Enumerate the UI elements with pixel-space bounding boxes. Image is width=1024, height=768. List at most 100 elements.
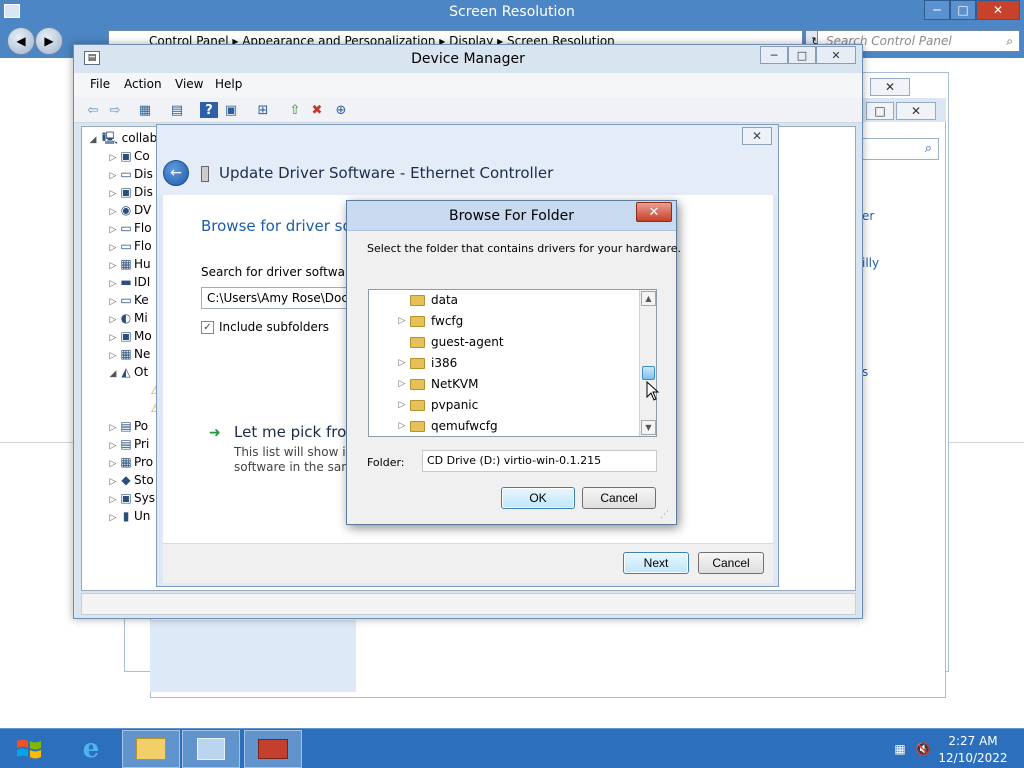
folder-item[interactable]: guest-agent: [397, 332, 504, 353]
minimize-button[interactable]: ─: [924, 0, 950, 20]
maximize-button[interactable]: □: [866, 102, 894, 120]
next-button[interactable]: Next: [623, 552, 689, 574]
tree-item[interactable]: ▷ ▣ Mo: [108, 327, 152, 345]
windows-logo-icon: [17, 739, 41, 759]
ok-button[interactable]: OK: [501, 487, 575, 509]
forward-icon[interactable]: ⇨: [106, 102, 124, 118]
close-button[interactable]: ✕: [976, 0, 1020, 20]
scroll-up-icon[interactable]: ▲: [641, 291, 656, 306]
tree-item[interactable]: ▷ ▭ Flo: [108, 219, 152, 237]
expand-icon[interactable]: ▷: [397, 311, 407, 332]
folder-item[interactable]: ▷ qemufwcfg: [397, 416, 498, 436]
enable-device-icon[interactable]: ⊕: [332, 102, 350, 118]
menu-help[interactable]: Help: [215, 77, 242, 91]
tree-root[interactable]: ◢ 🖳 collab: [88, 129, 158, 149]
include-subfolders-checkbox[interactable]: ✓: [201, 321, 214, 334]
tree-item-label: IDI: [134, 275, 151, 289]
forward-icon[interactable]: ▶: [35, 27, 63, 55]
maximize-button[interactable]: □: [950, 0, 976, 20]
scan-hardware-icon[interactable]: ⊞: [254, 102, 272, 118]
folder-icon: [410, 316, 425, 327]
properties-icon[interactable]: ▤: [168, 102, 186, 118]
folder-icon: [410, 379, 425, 390]
control-panel-taskbar-icon[interactable]: [182, 730, 240, 768]
resize-grip-icon[interactable]: ⋰: [660, 510, 669, 520]
help-icon[interactable]: ?: [200, 102, 218, 118]
tree-item[interactable]: ▷ ◐ Mi: [108, 309, 148, 327]
cancel-button[interactable]: Cancel: [698, 552, 764, 574]
start-button[interactable]: [0, 729, 58, 768]
tree-item[interactable]: ▷ ▣ Dis: [108, 183, 153, 201]
status-bar: [81, 593, 856, 615]
close-button[interactable]: ✕: [742, 127, 772, 145]
close-button[interactable]: ✕: [896, 102, 936, 120]
tree-item[interactable]: ▷ ◆ Sto: [108, 471, 154, 489]
expand-icon[interactable]: ▷: [397, 395, 407, 416]
tree-item[interactable]: ▷ ▦ Ne: [108, 345, 151, 363]
cancel-button[interactable]: Cancel: [582, 487, 656, 509]
action-pane-icon[interactable]: ▣: [222, 102, 240, 118]
expand-icon[interactable]: ▷: [397, 374, 407, 395]
settings-link[interactable]: illy: [862, 256, 879, 270]
tree-item[interactable]: ▷ ▮ Un: [108, 507, 151, 527]
tree-item[interactable]: ▷ ▭ Ke: [108, 291, 149, 309]
clock-date[interactable]: 12/10/2022: [938, 751, 1008, 765]
maximize-button[interactable]: □: [788, 46, 816, 64]
volume-muted-icon[interactable]: 🔇: [915, 741, 931, 757]
collapse-icon[interactable]: ◢: [88, 131, 98, 149]
device-category-icon: ◉: [120, 203, 132, 217]
folder-name: pvpanic: [431, 398, 479, 412]
tree-item[interactable]: ▷ ▤ Po: [108, 417, 149, 435]
vertical-scrollbar[interactable]: ▲ ▼: [639, 290, 656, 436]
pick-from-list-link[interactable]: Let me pick from: [234, 423, 361, 441]
update-driver-header: [157, 125, 778, 195]
folder-item[interactable]: ▷ pvpanic: [397, 395, 479, 416]
tree-item[interactable]: ▷ ▣ Co: [108, 147, 150, 165]
folder-input[interactable]: CD Drive (D:) virtio-win-0.1.215: [422, 450, 657, 472]
update-driver-icon[interactable]: ⇧: [286, 102, 304, 118]
tree-item[interactable]: ▷ ◉ DV: [108, 201, 152, 219]
internet-explorer-icon[interactable]: e: [62, 730, 120, 768]
show-hide-tree-icon[interactable]: ▦: [136, 102, 154, 118]
tree-item[interactable]: ▷ ▭ Dis: [108, 165, 153, 183]
close-button[interactable]: ✕: [816, 46, 856, 64]
tree-item[interactable]: ▷ ▦ Hu: [108, 255, 151, 273]
back-icon[interactable]: ←: [163, 160, 189, 186]
back-icon[interactable]: ◀: [7, 27, 35, 55]
folder-item[interactable]: ▷ fwcfg: [397, 311, 464, 332]
tree-item[interactable]: ▷ ▬ IDI: [108, 273, 151, 291]
scrollbar-thumb[interactable]: [642, 366, 655, 380]
expand-icon[interactable]: ▷: [397, 416, 407, 436]
menu-file[interactable]: File: [90, 77, 110, 91]
back-icon[interactable]: ⇦: [84, 102, 102, 118]
tree-item[interactable]: ▷ ▤ Pri: [108, 435, 150, 453]
folder-name: fwcfg: [431, 314, 464, 328]
expand-icon[interactable]: ▷: [397, 353, 407, 374]
tree-item[interactable]: ▷ ▭ Flo: [108, 237, 152, 255]
file-explorer-icon[interactable]: [122, 730, 180, 768]
tree-item[interactable]: ▷ ▦ Pro: [108, 453, 154, 471]
device-category-icon: ◭: [121, 365, 131, 379]
expand-icon[interactable]: ▷: [108, 509, 118, 527]
device-category-icon: ▣: [120, 185, 132, 199]
folder-item[interactable]: ▷ NetKVM: [397, 374, 479, 395]
tree-item-label: Flo: [134, 221, 152, 235]
tree-item[interactable]: ◢ ◭ Ot: [108, 363, 149, 383]
device-category-icon: ▭: [120, 221, 132, 235]
tree-item[interactable]: ▷ ▣ Sys: [108, 489, 155, 507]
network-icon[interactable]: ▦: [892, 741, 908, 757]
collapse-icon[interactable]: ◢: [108, 365, 118, 383]
uninstall-icon[interactable]: ✖: [308, 102, 326, 118]
clock-time[interactable]: 2:27 AM: [938, 734, 1008, 748]
folder-item[interactable]: ▷ i386: [397, 353, 458, 374]
close-button[interactable]: ✕: [870, 78, 910, 96]
toolbox-taskbar-icon[interactable]: [244, 730, 302, 768]
settings-link[interactable]: er: [862, 209, 874, 223]
folder-icon: [410, 337, 425, 348]
minimize-button[interactable]: ─: [760, 46, 788, 64]
close-button[interactable]: ✕: [636, 202, 672, 222]
menu-action[interactable]: Action: [124, 77, 162, 91]
menu-view[interactable]: View: [175, 77, 203, 91]
scroll-down-icon[interactable]: ▼: [641, 420, 656, 435]
folder-item[interactable]: data: [397, 290, 458, 311]
